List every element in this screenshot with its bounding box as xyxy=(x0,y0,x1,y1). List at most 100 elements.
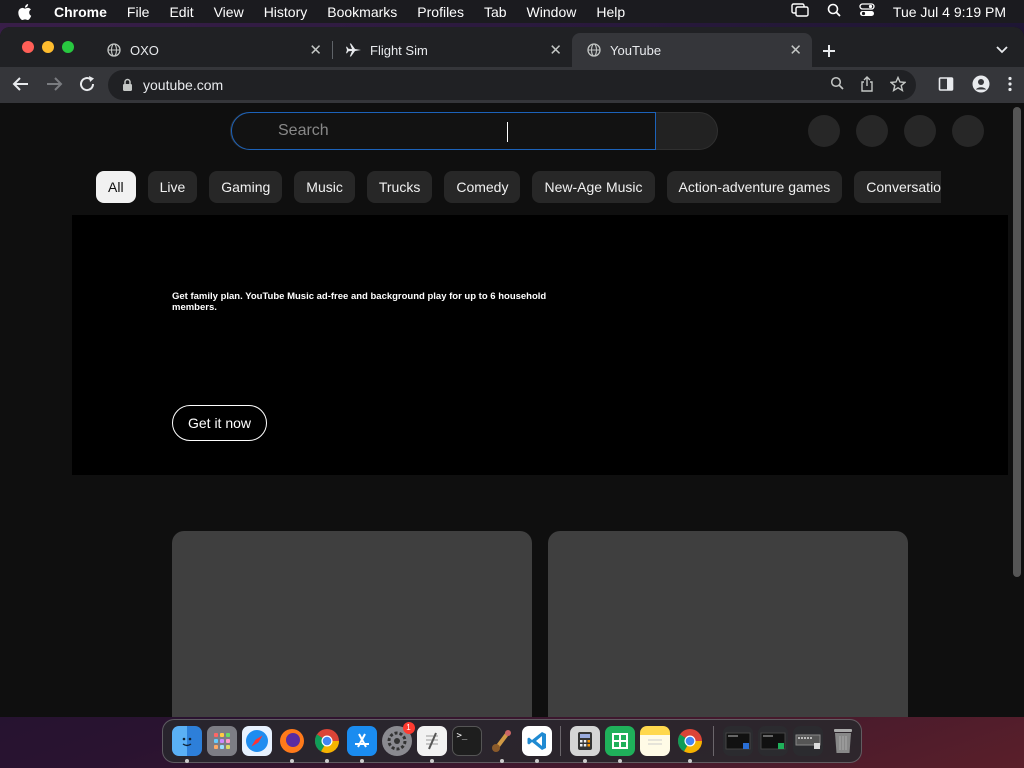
reload-icon[interactable] xyxy=(78,75,96,98)
system-settings-icon[interactable]: 1 xyxy=(381,722,415,756)
fullscreen-window-button[interactable] xyxy=(62,41,74,53)
video-thumbnail-placeholder[interactable] xyxy=(548,531,908,717)
category-chips: All Live Gaming Music Trucks Comedy New-Age Mu… xyxy=(96,171,941,203)
profile-avatar-icon[interactable] xyxy=(972,75,990,98)
forward-arrow-icon[interactable] xyxy=(45,75,63,98)
tab-title: Flight Sim xyxy=(370,42,428,58)
close-tab-icon[interactable]: ✕ xyxy=(789,41,802,59)
menu-window[interactable]: Window xyxy=(527,4,577,20)
tab-search-chevron-icon[interactable] xyxy=(996,41,1008,59)
apple-menu-icon[interactable] xyxy=(18,3,40,20)
zoom-search-icon[interactable] xyxy=(830,76,844,95)
firefox-icon[interactable] xyxy=(277,726,307,763)
running-indicator xyxy=(184,759,189,763)
terminal-icon[interactable]: >_ xyxy=(451,726,482,756)
scrollbar-thumb[interactable] xyxy=(1013,107,1021,577)
screen-mirroring-icon[interactable] xyxy=(791,3,809,20)
menu-tab[interactable]: Tab xyxy=(484,4,507,20)
spotlight-search-icon[interactable] xyxy=(827,3,841,20)
url-text[interactable]: youtube.com xyxy=(143,77,223,93)
calculator-icon[interactable] xyxy=(569,726,600,763)
notifications-button-placeholder[interactable] xyxy=(904,115,936,147)
menu-clock[interactable]: Tue Jul 4 9:19 PM xyxy=(893,4,1006,20)
chip-trucks[interactable]: Trucks xyxy=(366,171,433,203)
chrome-icon[interactable] xyxy=(675,726,705,763)
running-indicator xyxy=(429,759,434,763)
tab-title: OXO xyxy=(130,42,159,58)
finder-icon[interactable] xyxy=(171,726,202,763)
menu-file[interactable]: File xyxy=(127,4,150,20)
lock-icon[interactable] xyxy=(122,78,133,92)
page-viewport: All Live Gaming Music Trucks Comedy New-Age Mu… xyxy=(0,103,1024,717)
get-it-now-button[interactable]: Get it now xyxy=(172,405,267,441)
control-center-icon[interactable] xyxy=(859,3,875,20)
address-bar[interactable]: youtube.com xyxy=(108,70,916,100)
menu-profiles[interactable]: Profiles xyxy=(417,4,464,20)
tab-flight-sim[interactable]: Flight Sim ✕ xyxy=(332,33,572,67)
chip-action-adventure-games[interactable]: Action-adventure games xyxy=(666,171,843,203)
textedit-icon[interactable] xyxy=(416,726,447,763)
numbers-icon[interactable] xyxy=(604,726,635,763)
search-field[interactable] xyxy=(231,112,656,150)
tab-youtube[interactable]: YouTube ✕ xyxy=(572,33,812,67)
apps-button-placeholder[interactable] xyxy=(856,115,888,147)
minimized-window-thumbnail[interactable] xyxy=(722,726,753,756)
menu-history[interactable]: History xyxy=(264,4,308,20)
chip-music[interactable]: Music xyxy=(294,171,355,203)
menu-view[interactable]: View xyxy=(214,4,244,20)
chip-new-age-music[interactable]: New-Age Music xyxy=(532,171,655,203)
trash-icon[interactable] xyxy=(828,726,858,756)
running-indicator xyxy=(324,759,329,763)
minimized-window-thumbnail[interactable] xyxy=(792,726,823,756)
notes-icon[interactable] xyxy=(639,726,670,756)
chip-live[interactable]: Live xyxy=(147,171,198,203)
chip-comedy[interactable]: Comedy xyxy=(444,171,521,203)
search-input[interactable] xyxy=(278,122,618,140)
menu-bookmarks[interactable]: Bookmarks xyxy=(327,4,397,20)
running-indicator xyxy=(617,759,622,763)
menu-edit[interactable]: Edit xyxy=(169,4,193,20)
chrome-menu-icon[interactable] xyxy=(1008,76,1012,97)
tab-oxo[interactable]: OXO ✕ xyxy=(92,33,332,67)
account-avatar-placeholder[interactable] xyxy=(952,115,984,147)
window-controls xyxy=(22,41,74,53)
tab-title: YouTube xyxy=(610,42,662,58)
create-button-placeholder[interactable] xyxy=(808,115,840,147)
minimized-window-thumbnail[interactable] xyxy=(757,726,788,756)
youtube-search-box xyxy=(230,112,718,150)
app-store-icon[interactable] xyxy=(346,726,377,763)
vscode-icon[interactable] xyxy=(521,726,552,763)
running-indicator xyxy=(359,759,364,763)
instruments-icon[interactable] xyxy=(487,726,517,763)
browser-window: OXO ✕ Flight Sim ✕ YouTube ✕ youtube.com… xyxy=(0,27,1024,717)
menu-help[interactable]: Help xyxy=(596,4,625,20)
airplane-icon xyxy=(346,42,362,58)
globe-icon xyxy=(106,42,122,58)
promo-text: Get family plan. YouTube Music ad-free a… xyxy=(172,291,547,313)
launchpad-icon[interactable] xyxy=(206,726,237,756)
share-icon[interactable] xyxy=(860,76,874,95)
back-arrow-icon[interactable] xyxy=(12,75,30,98)
chip-all[interactable]: All xyxy=(96,171,136,203)
notification-badge: 1 xyxy=(402,722,415,734)
scrollbar[interactable] xyxy=(1010,103,1024,717)
chrome-icon[interactable] xyxy=(312,726,342,763)
side-panel-icon[interactable] xyxy=(938,76,954,97)
close-tab-icon[interactable]: ✕ xyxy=(549,41,562,59)
tab-strip: OXO ✕ Flight Sim ✕ YouTube ✕ xyxy=(0,27,1024,67)
running-indicator xyxy=(582,759,587,763)
minimize-window-button[interactable] xyxy=(42,41,54,53)
dock-separator xyxy=(713,726,714,756)
macos-dock: 1 >_ xyxy=(162,719,862,763)
chip-gaming[interactable]: Gaming xyxy=(209,171,283,203)
video-thumbnail-placeholder[interactable] xyxy=(172,531,532,717)
close-tab-icon[interactable]: ✕ xyxy=(309,41,322,59)
text-caret xyxy=(507,122,508,142)
safari-icon[interactable] xyxy=(241,726,272,756)
chip-conversation[interactable]: Conversation xyxy=(854,171,941,203)
close-window-button[interactable] xyxy=(22,41,34,53)
bookmark-star-icon[interactable] xyxy=(889,75,907,95)
new-tab-plus-icon[interactable] xyxy=(822,38,836,64)
menu-app-name[interactable]: Chrome xyxy=(54,4,107,20)
running-indicator xyxy=(499,759,504,763)
